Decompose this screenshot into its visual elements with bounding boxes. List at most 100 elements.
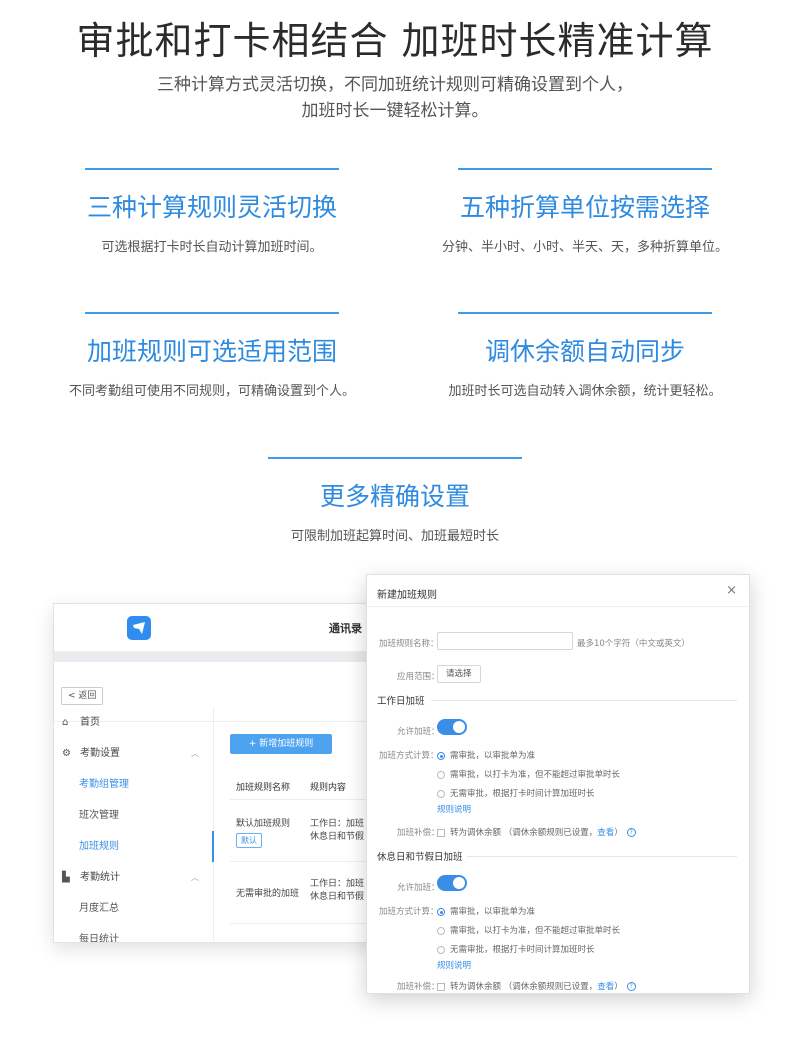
compensation-option[interactable]: 转为调休余额 （调休余额规则已设置，查看）?	[437, 980, 636, 992]
rule-name-input[interactable]	[437, 632, 573, 650]
section-title-workday: 工作日加班	[377, 696, 425, 707]
sidebar-item-label: 加班规则	[79, 841, 119, 852]
app-logo-icon[interactable]	[127, 616, 151, 640]
option-label: 需审批，以打卡为准，但不能超过审批单时长	[450, 770, 621, 780]
compensation-end: ）	[614, 828, 623, 838]
rule-name: 默认加班规则	[236, 819, 291, 829]
feature-divider	[268, 457, 522, 459]
sidebar-item-attendance-stats[interactable]: ▙ 考勤统计 ︿	[54, 862, 213, 893]
sidebar-item-shift-management[interactable]: 班次管理	[54, 800, 213, 831]
nav-contacts[interactable]: 通讯录	[329, 620, 362, 636]
settings-icon: ⚙	[62, 748, 71, 759]
allow-overtime-label: 允许加班：	[397, 883, 440, 893]
radio-checked-icon	[437, 751, 445, 760]
feature-more-settings: 更多精确设置 可限制加班起算时间、加班最短时长	[215, 457, 575, 544]
view-link[interactable]: 查看	[597, 828, 614, 838]
calc-option-punch-capped[interactable]: 需审批，以打卡为准，但不能超过审批单时长	[437, 768, 620, 780]
sidebar-item-home[interactable]: ⌂ 首页	[54, 707, 213, 738]
checkbox-icon	[437, 982, 445, 991]
feature-divider	[458, 168, 712, 170]
rule-name: 无需审批的加班	[236, 889, 300, 899]
chevron-left-icon: <	[68, 691, 79, 701]
feature-divider	[458, 312, 712, 314]
sidebar-item-monthly-summary[interactable]: 月度汇总	[54, 893, 213, 924]
sidebar-item-attendance-settings[interactable]: ⚙ 考勤设置 ︿	[54, 738, 213, 769]
calc-method-label: 加班方式计算：	[379, 751, 439, 761]
sidebar-item-label: 月度汇总	[79, 903, 119, 914]
new-overtime-rule-dialog: 新建加班规则 × 加班规则名称： 最多10个字符（中文或英文） 应用范围： 请选…	[366, 574, 750, 994]
rule-name-hint: 最多10个字符（中文或英文）	[577, 639, 690, 649]
calc-option-punch[interactable]: 无需审批，根据打卡时间计算加班时长	[437, 943, 595, 955]
allow-overtime-toggle[interactable]	[437, 875, 467, 891]
radio-icon	[437, 770, 445, 779]
rule-name-label: 加班规则名称：	[379, 639, 439, 649]
help-icon[interactable]: ?	[626, 828, 636, 837]
rule-content-line: 工作日：加班	[310, 879, 365, 889]
feature-desc: 加班时长可选自动转入调休余额，统计更轻松。	[448, 384, 722, 399]
feature-desc: 可选根据打卡时长自动计算加班时间。	[101, 240, 323, 255]
section-title-holiday: 休息日和节假日加班	[377, 852, 463, 863]
scope-select-button[interactable]: 请选择	[437, 665, 481, 683]
checkbox-icon	[437, 828, 445, 837]
chevron-up-icon: ︿	[191, 749, 199, 758]
sidebar-item-overtime-rules[interactable]: 加班规则	[54, 831, 214, 862]
sidebar-item-label: 每日统计	[79, 934, 119, 943]
hero-subtitle: 三种计算方式灵活切换，不同加班统计规则可精确设置到个人， 加班时长一键轻松计算。	[95, 72, 695, 124]
sidebar-item-daily-stats[interactable]: 每日统计	[54, 924, 213, 943]
sidebar: ⌂ 首页 ⚙ 考勤设置 ︿ 考勤组管理 班次管理 加班规则 ▙ 考勤统计 ︿ 月度汇总 每…	[54, 707, 214, 943]
rule-explanation-link[interactable]: 规则说明	[437, 803, 471, 815]
allow-overtime-label: 允许加班：	[397, 727, 440, 737]
radio-icon	[437, 926, 445, 935]
sidebar-item-label: 考勤组管理	[79, 779, 129, 790]
back-button[interactable]: < 返回	[61, 687, 104, 705]
feature-scope: 加班规则可选适用范围 不同考勤组可使用不同规则，可精确设置到个人。	[32, 312, 392, 399]
allow-overtime-toggle[interactable]	[437, 719, 467, 735]
feature-title: 五种折算单位按需选择	[459, 193, 710, 222]
column-header: 规则内容	[310, 783, 347, 793]
calc-option-punch-capped[interactable]: 需审批，以打卡为准，但不能超过审批单时长	[437, 924, 620, 936]
feature-desc: 分钟、半小时、小时、半天、天，多种折算单位。	[441, 240, 728, 255]
compensation-text: 转为调休余额 （调休余额规则已设置，	[450, 828, 598, 838]
home-icon: ⌂	[62, 717, 69, 728]
rule-content-line: 休息日和节假	[310, 892, 365, 902]
rule-content-line: 休息日和节假	[310, 832, 365, 842]
feature-units: 五种折算单位按需选择 分钟、半小时、小时、半天、天，多种折算单位。	[405, 168, 765, 255]
calc-option-punch[interactable]: 无需审批，根据打卡时间计算加班时长	[437, 787, 595, 799]
rule-content-cell: 工作日：加班 休息日和节假	[310, 878, 364, 904]
compensation-option[interactable]: 转为调休余额 （调休余额规则已设置，查看）?	[437, 826, 636, 838]
column-header: 加班规则名称	[236, 783, 291, 793]
hero-subtitle-line2: 加班时长一键轻松计算。	[301, 101, 489, 121]
chart-icon: ▙	[62, 872, 70, 883]
dialog-header: 新建加班规则 ×	[367, 575, 749, 607]
calc-option-approval[interactable]: 需审批，以审批单为准	[437, 905, 535, 917]
option-label: 需审批，以审批单为准	[450, 751, 536, 761]
scope-label: 应用范围：	[397, 672, 440, 682]
add-overtime-rule-button[interactable]: + 新增加班规则	[230, 734, 332, 754]
option-label: 无需审批，根据打卡时间计算加班时长	[450, 945, 595, 955]
hero-subtitle-line1: 三种计算方式灵活切换，不同加班统计规则可精确设置到个人，	[157, 75, 633, 95]
radio-icon	[437, 789, 445, 798]
option-label: 需审批，以审批单为准	[450, 907, 536, 917]
rule-name-cell: 无需审批的加班	[236, 886, 299, 899]
compensation-text: 转为调休余额 （调休余额规则已设置，	[450, 982, 598, 992]
feature-title: 三种计算规则灵活切换	[86, 193, 337, 222]
hero-title: 审批和打卡相结合 加班时长精准计算	[76, 19, 714, 63]
sidebar-item-label: 首页	[80, 717, 100, 728]
view-link[interactable]: 查看	[597, 982, 614, 992]
compensation-end: ）	[614, 982, 623, 992]
feature-calc-rules: 三种计算规则灵活切换 可选根据打卡时长自动计算加班时间。	[32, 168, 392, 255]
calc-option-approval[interactable]: 需审批，以审批单为准	[437, 749, 535, 761]
rule-explanation-link[interactable]: 规则说明	[437, 959, 471, 971]
section-divider	[431, 700, 737, 701]
compensation-label: 加班补偿：	[397, 982, 440, 992]
feature-title: 更多精确设置	[319, 482, 470, 511]
rule-content-line: 工作日：加班	[310, 819, 365, 829]
sidebar-item-group-management[interactable]: 考勤组管理	[54, 769, 213, 800]
feature-divider	[85, 168, 339, 170]
sidebar-item-label: 考勤统计	[80, 872, 120, 883]
close-icon[interactable]: ×	[726, 583, 737, 598]
feature-title: 加班规则可选适用范围	[86, 337, 337, 366]
help-icon[interactable]: ?	[626, 982, 636, 991]
default-badge: 默认	[236, 833, 262, 848]
radio-checked-icon	[437, 907, 445, 916]
